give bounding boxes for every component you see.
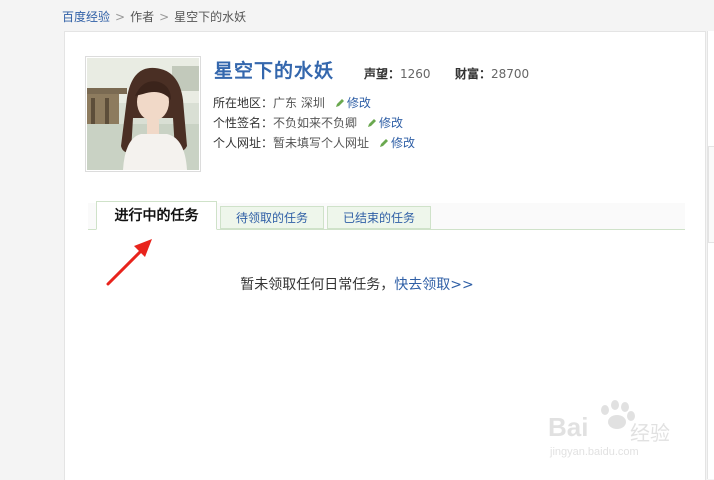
watermark-url: jingyan.baidu.com bbox=[550, 446, 639, 458]
pencil-icon bbox=[335, 99, 344, 107]
breadcrumb-section[interactable]: 作者 bbox=[130, 10, 154, 24]
breadcrumb-home-link[interactable]: 百度经验 bbox=[62, 10, 110, 24]
breadcrumb-separator: > bbox=[115, 10, 126, 24]
location-value: 广东 深圳 bbox=[273, 96, 325, 110]
empty-state-message: 暂未领取任何日常任务， bbox=[240, 277, 395, 293]
pencil-icon bbox=[368, 119, 377, 127]
avatar[interactable] bbox=[85, 56, 201, 172]
edit-signature-link[interactable]: 修改 bbox=[367, 116, 403, 130]
website-value: 暂未填写个人网址 bbox=[273, 136, 370, 150]
edit-label: 修改 bbox=[379, 116, 404, 130]
profile-name: 星空下的水妖 bbox=[214, 60, 335, 82]
wealth-stat: 财富：28700 bbox=[455, 66, 529, 82]
edit-label: 修改 bbox=[391, 136, 416, 150]
tab-pending[interactable]: 待领取的任务 bbox=[220, 206, 324, 229]
empty-state: 暂未领取任何日常任务，快去领取>> bbox=[0, 276, 714, 294]
sidebar-box bbox=[708, 146, 714, 243]
tab-ended[interactable]: 已结束的任务 bbox=[327, 206, 431, 229]
wealth-value: 28700 bbox=[491, 67, 530, 81]
watermark-brand: Bai bbox=[548, 412, 589, 442]
location-label: 所在地区： bbox=[213, 96, 274, 110]
signature-label: 个性签名： bbox=[213, 116, 274, 130]
website-label: 个人网址： bbox=[213, 136, 274, 150]
claim-task-link[interactable]: 快去领取>> bbox=[394, 277, 473, 293]
avatar-photo bbox=[87, 58, 199, 170]
tab-in-progress[interactable]: 进行中的任务 bbox=[96, 201, 217, 230]
reputation-stat: 声望：1260 bbox=[364, 66, 431, 82]
pencil-icon bbox=[380, 139, 389, 147]
task-tabs: 进行中的任务 待领取的任务 已结束的任务 bbox=[88, 201, 685, 230]
breadcrumb-separator: > bbox=[159, 10, 170, 24]
signature-value: 不负如来不负卿 bbox=[273, 116, 358, 130]
wealth-label: 财富： bbox=[455, 67, 492, 81]
reputation-label: 声望： bbox=[364, 67, 401, 81]
watermark-brand-cn: 经验 bbox=[630, 421, 670, 445]
website-row: 个人网址：暂未填写个人网址 修改 bbox=[213, 135, 415, 151]
signature-row: 个性签名：不负如来不负卿 修改 bbox=[213, 115, 403, 131]
breadcrumb-current: 星空下的水妖 bbox=[174, 10, 247, 24]
breadcrumb: 百度经验 > 作者 > 星空下的水妖 bbox=[62, 8, 246, 26]
reputation-value: 1260 bbox=[400, 67, 431, 81]
location-row: 所在地区：广东 深圳 修改 bbox=[213, 95, 371, 111]
right-sidebar-panel bbox=[707, 31, 714, 479]
edit-website-link[interactable]: 修改 bbox=[379, 136, 415, 150]
edit-location-link[interactable]: 修改 bbox=[335, 96, 371, 110]
edit-label: 修改 bbox=[346, 96, 371, 110]
